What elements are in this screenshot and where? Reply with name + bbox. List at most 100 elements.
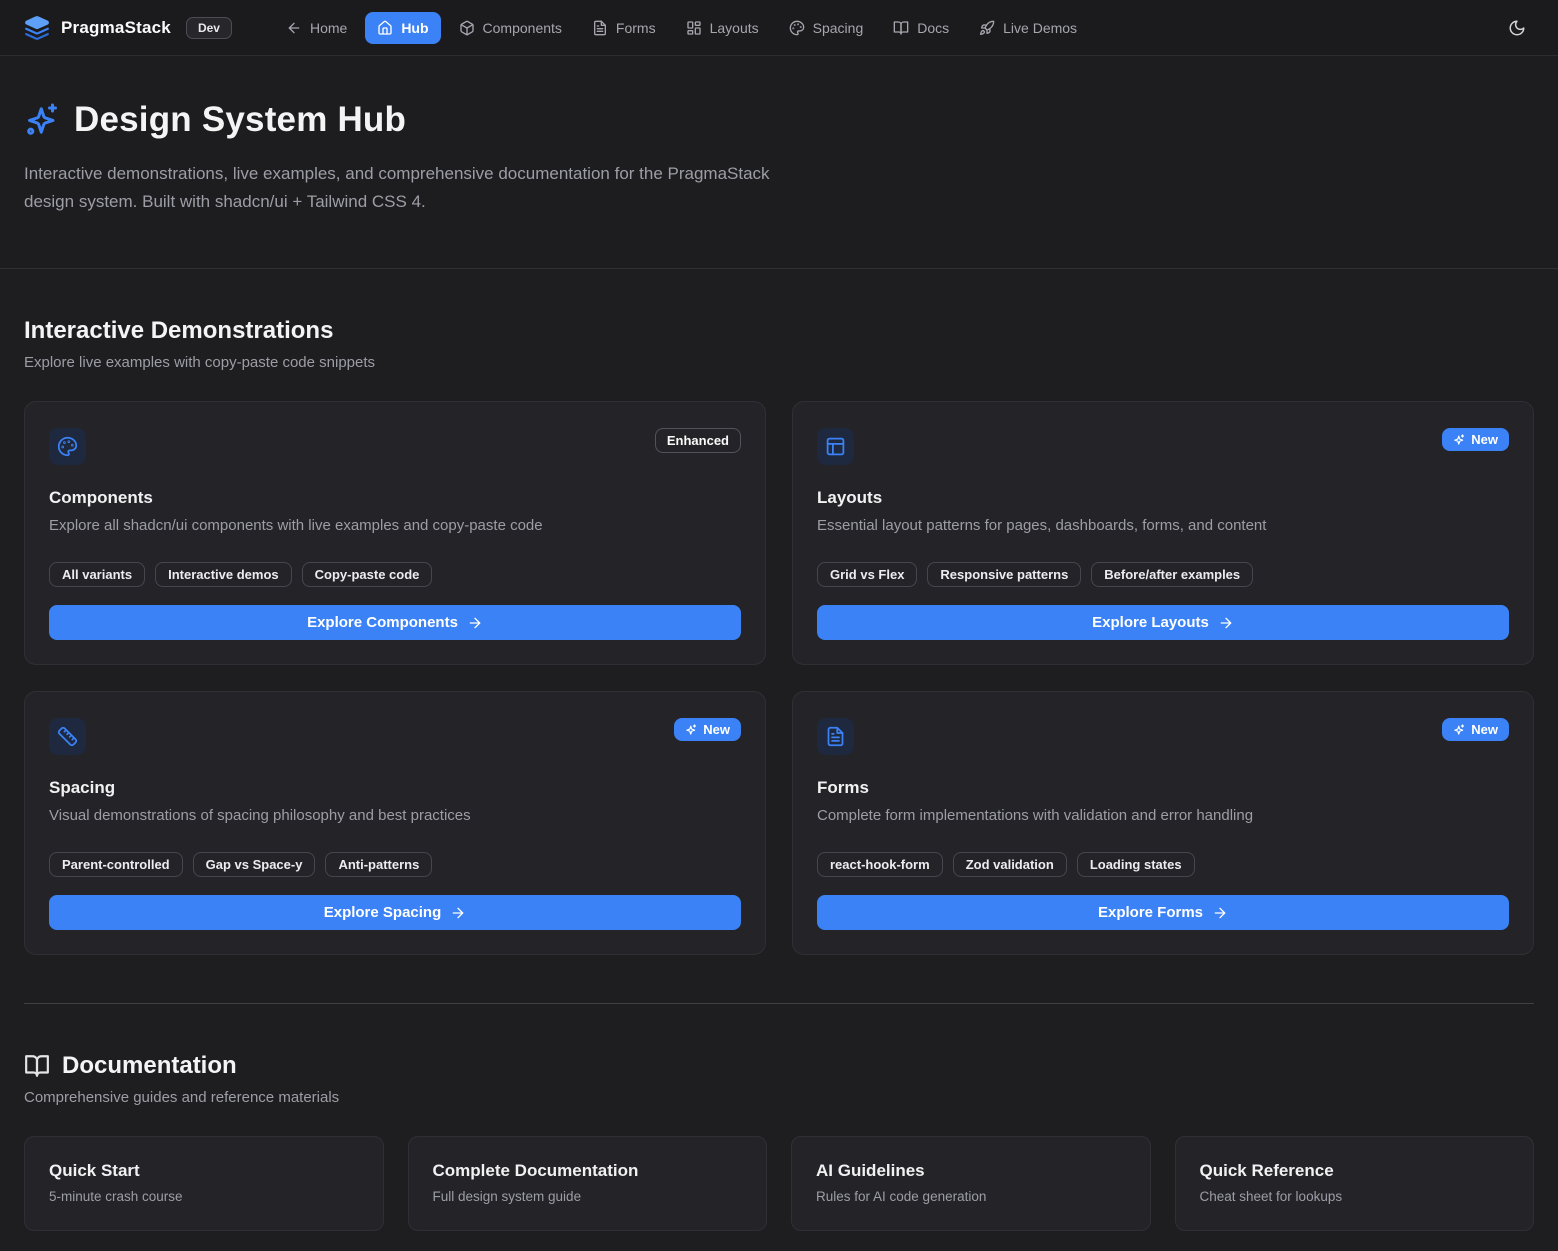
demo-card-forms: New Forms Complete form implementations … xyxy=(792,691,1534,955)
nav-item-label: Live Demos xyxy=(1003,20,1077,36)
enhanced-badge: Enhanced xyxy=(655,428,741,453)
demo-card-spacing: New Spacing Visual demonstrations of spa… xyxy=(24,691,766,955)
tag: Interactive demos xyxy=(155,562,292,587)
nav-item-spacing[interactable]: Spacing xyxy=(777,12,876,44)
file-text-icon xyxy=(592,20,608,36)
explore-components-button[interactable]: Explore Components xyxy=(49,605,741,640)
tag-row: Parent-controlled Gap vs Space-y Anti-pa… xyxy=(49,852,741,877)
nav-item-label: Docs xyxy=(917,20,949,36)
nav-item-label: Spacing xyxy=(813,20,864,36)
nav-item-label: Hub xyxy=(401,20,428,36)
cta-label: Explore Forms xyxy=(1098,904,1203,921)
palette-icon xyxy=(789,20,805,36)
nav-links: Home Hub Components Forms Layouts xyxy=(274,12,1089,44)
card-title: Components xyxy=(49,488,741,508)
card-description: Explore all shadcn/ui components with li… xyxy=(49,517,741,534)
cta-label: Explore Spacing xyxy=(324,904,442,921)
tag: Responsive patterns xyxy=(927,562,1081,587)
doc-card-title: AI Guidelines xyxy=(816,1161,1126,1181)
tag: Zod validation xyxy=(953,852,1067,877)
nav-item-label: Home xyxy=(310,20,347,36)
arrow-right-icon xyxy=(1218,615,1234,631)
doc-card-description: Cheat sheet for lookups xyxy=(1200,1189,1510,1204)
tag: Anti-patterns xyxy=(325,852,432,877)
new-badge: New xyxy=(674,718,741,741)
section-divider xyxy=(24,1003,1534,1004)
sparkles-icon xyxy=(685,724,697,736)
package-icon xyxy=(459,20,475,36)
arrow-right-icon xyxy=(1212,905,1228,921)
layers-logo-icon xyxy=(24,15,50,41)
rocket-icon xyxy=(979,20,995,36)
tag: Loading states xyxy=(1077,852,1195,877)
new-badge: New xyxy=(1442,718,1509,741)
badge-label: New xyxy=(1471,722,1498,737)
explore-layouts-button[interactable]: Explore Layouts xyxy=(817,605,1509,640)
doc-card-description: 5-minute crash course xyxy=(49,1189,359,1204)
demos-heading: Interactive Demonstrations xyxy=(24,317,1534,345)
tag-row: Grid vs Flex Responsive patterns Before/… xyxy=(817,562,1509,587)
tag: All variants xyxy=(49,562,145,587)
docs-section: Documentation Comprehensive guides and r… xyxy=(24,1052,1534,1231)
doc-card-quick-reference[interactable]: Quick Reference Cheat sheet for lookups xyxy=(1175,1136,1535,1231)
theme-toggle-button[interactable] xyxy=(1500,11,1534,45)
docs-subheading: Comprehensive guides and reference mater… xyxy=(24,1089,1534,1106)
demo-card-components: Enhanced Components Explore all shadcn/u… xyxy=(24,401,766,665)
palette-icon xyxy=(49,428,86,465)
ruler-icon xyxy=(49,718,86,755)
brand[interactable]: PragmaStack Dev xyxy=(24,15,232,41)
cta-label: Explore Layouts xyxy=(1092,614,1209,631)
card-title: Layouts xyxy=(817,488,1509,508)
badge-label: New xyxy=(1471,432,1498,447)
nav-item-home[interactable]: Home xyxy=(274,12,359,44)
nav-item-hub[interactable]: Hub xyxy=(365,12,440,44)
panels-top-left-icon xyxy=(817,428,854,465)
book-open-icon xyxy=(893,20,909,36)
env-badge: Dev xyxy=(186,17,232,39)
badge-label: Enhanced xyxy=(667,433,729,448)
doc-card-title: Complete Documentation xyxy=(433,1161,743,1181)
cta-label: Explore Components xyxy=(307,614,458,631)
badge-label: New xyxy=(703,722,730,737)
doc-card-quick-start[interactable]: Quick Start 5-minute crash course xyxy=(24,1136,384,1231)
nav-item-label: Forms xyxy=(616,20,656,36)
house-icon xyxy=(377,20,393,36)
brand-name: PragmaStack xyxy=(61,18,171,38)
doc-card-complete-documentation[interactable]: Complete Documentation Full design syste… xyxy=(408,1136,768,1231)
nav-item-components[interactable]: Components xyxy=(447,12,574,44)
card-title: Forms xyxy=(817,778,1509,798)
nav-item-forms[interactable]: Forms xyxy=(580,12,668,44)
tag: Grid vs Flex xyxy=(817,562,917,587)
new-badge: New xyxy=(1442,428,1509,451)
tag: Before/after examples xyxy=(1091,562,1253,587)
demos-subheading: Explore live examples with copy-paste co… xyxy=(24,354,1534,371)
tag: react-hook-form xyxy=(817,852,943,877)
sparkles-icon xyxy=(1453,434,1465,446)
page-title: Design System Hub xyxy=(74,100,406,140)
demo-card-layouts: New Layouts Essential layout patterns fo… xyxy=(792,401,1534,665)
tag-row: react-hook-form Zod validation Loading s… xyxy=(817,852,1509,877)
tag-row: All variants Interactive demos Copy-past… xyxy=(49,562,741,587)
doc-card-ai-guidelines[interactable]: AI Guidelines Rules for AI code generati… xyxy=(791,1136,1151,1231)
card-description: Complete form implementations with valid… xyxy=(817,807,1509,824)
card-description: Essential layout patterns for pages, das… xyxy=(817,517,1509,534)
explore-spacing-button[interactable]: Explore Spacing xyxy=(49,895,741,930)
top-navbar: PragmaStack Dev Home Hub Components Fo xyxy=(0,0,1558,56)
doc-card-title: Quick Start xyxy=(49,1161,359,1181)
doc-card-title: Quick Reference xyxy=(1200,1161,1510,1181)
main-content: Interactive Demonstrations Explore live … xyxy=(0,317,1558,1251)
nav-item-layouts[interactable]: Layouts xyxy=(674,12,771,44)
layout-dashboard-icon xyxy=(686,20,702,36)
explore-forms-button[interactable]: Explore Forms xyxy=(817,895,1509,930)
nav-item-label: Components xyxy=(483,20,562,36)
card-description: Visual demonstrations of spacing philoso… xyxy=(49,807,741,824)
file-text-icon xyxy=(817,718,854,755)
nav-item-label: Layouts xyxy=(710,20,759,36)
doc-card-grid: Quick Start 5-minute crash course Comple… xyxy=(24,1136,1534,1231)
nav-item-docs[interactable]: Docs xyxy=(881,12,961,44)
nav-item-live-demos[interactable]: Live Demos xyxy=(967,12,1089,44)
tag: Parent-controlled xyxy=(49,852,183,877)
arrow-right-icon xyxy=(467,615,483,631)
demo-card-grid: Enhanced Components Explore all shadcn/u… xyxy=(24,401,1534,955)
arrow-left-icon xyxy=(286,20,302,36)
